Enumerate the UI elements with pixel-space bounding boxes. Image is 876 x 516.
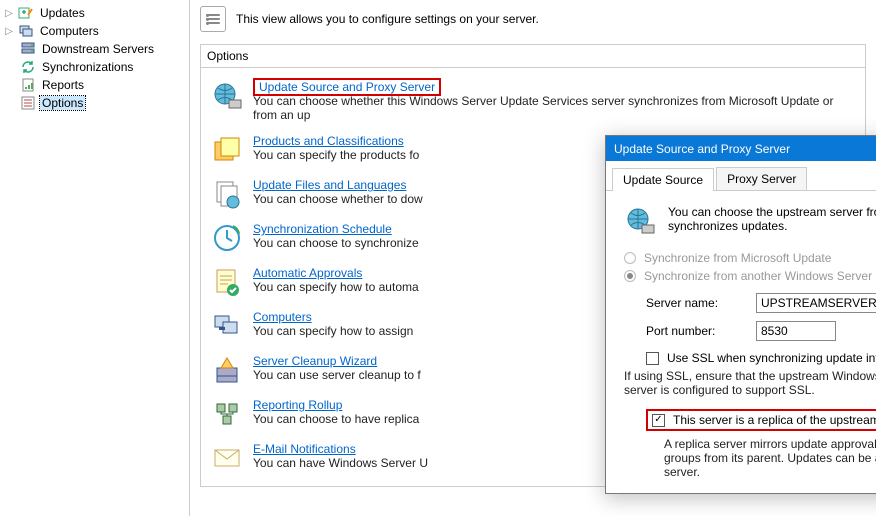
radio-label: Synchronize from another Windows Server … (644, 269, 876, 283)
option-title[interactable]: Synchronization Schedule (253, 222, 392, 236)
radio-label: Synchronize from Microsoft Update (644, 251, 831, 265)
ssl-label: Use SSL when synchronizing update inform… (667, 351, 876, 365)
products-icon (211, 134, 243, 166)
tree-item-sync[interactable]: Synchronizations (2, 58, 187, 76)
option-desc: You can specify how to assign (253, 324, 413, 338)
option-desc: You can have Windows Server U (253, 456, 428, 470)
option-title[interactable]: Reporting Rollup (253, 398, 342, 412)
option-desc: You can use server cleanup to f (253, 368, 421, 382)
tab-update-source[interactable]: Update Source (612, 168, 714, 191)
dialog-intro: You can choose the upstream server from … (668, 205, 876, 233)
port-input[interactable] (756, 321, 836, 341)
expander-icon[interactable]: ▷ (4, 26, 14, 37)
ssl-hint: If using SSL, ensure that the upstream W… (624, 369, 876, 397)
expander-icon[interactable]: ▷ (4, 8, 14, 19)
replica-checkbox[interactable] (652, 414, 665, 427)
globe-server-icon (624, 205, 656, 237)
tree-item-updates[interactable]: ▷ Updates (2, 4, 187, 22)
tree-label: Reports (40, 78, 86, 92)
tree-label: Updates (38, 6, 87, 20)
replica-label: This server is a replica of the upstream… (673, 413, 876, 427)
tree-item-computers[interactable]: ▷ Computers (2, 22, 187, 40)
option-desc: You can specify the products fo (253, 148, 419, 162)
computers-icon (211, 310, 243, 342)
port-label: Port number: (646, 324, 746, 338)
downstream-servers-icon (20, 41, 36, 57)
cleanup-icon (211, 354, 243, 386)
server-name-label: Server name: (646, 296, 746, 310)
dialog-titlebar[interactable]: Update Source and Proxy Server ✕ (606, 136, 876, 161)
option-title[interactable]: Update Files and Languages (253, 178, 406, 192)
tree-item-options[interactable]: Options (2, 94, 187, 112)
tree-label: Downstream Servers (40, 42, 156, 56)
options-icon (20, 95, 36, 111)
ssl-checkbox-row[interactable]: Use SSL when synchronizing update inform… (646, 351, 876, 365)
email-icon (211, 442, 243, 474)
main-panel: This view allows you to configure settin… (190, 0, 876, 516)
updates-icon (18, 5, 34, 21)
option-title[interactable]: Products and Classifications (253, 134, 404, 148)
option-desc: You can specify how to automa (253, 280, 419, 294)
option-title[interactable]: Computers (253, 310, 312, 324)
option-title[interactable]: E-Mail Notifications (253, 442, 356, 456)
tree-label: Computers (38, 24, 101, 38)
files-icon (211, 178, 243, 210)
tab-proxy-server[interactable]: Proxy Server (716, 167, 807, 190)
tree-item-reports[interactable]: Reports (2, 76, 187, 94)
tree-label: Synchronizations (40, 60, 135, 74)
approvals-icon (211, 266, 243, 298)
radio-icon (624, 270, 636, 282)
tree-label: Options (40, 96, 85, 110)
sync-icon (20, 59, 36, 75)
info-bar: This view allows you to configure settin… (190, 0, 876, 38)
option-title[interactable]: Automatic Approvals (253, 266, 362, 280)
reports-icon (20, 77, 36, 93)
dialog-tabs: Update Source Proxy Server (606, 161, 876, 191)
option-update-source[interactable]: Update Source and Proxy Server You can c… (201, 74, 865, 128)
dialog-body: You can choose the upstream server from … (606, 191, 876, 493)
globe-server-icon (211, 80, 243, 112)
checkbox-icon[interactable] (646, 352, 659, 365)
server-name-input[interactable] (756, 293, 876, 313)
option-title[interactable]: Server Cleanup Wizard (253, 354, 377, 368)
rollup-icon (211, 398, 243, 430)
radio-ms-update: Synchronize from Microsoft Update (624, 251, 876, 265)
tree-item-downstream[interactable]: Downstream Servers (2, 40, 187, 58)
option-desc: You can choose whether to dow (253, 192, 423, 206)
info-text: This view allows you to configure settin… (236, 12, 539, 26)
nav-tree: ▷ Updates ▷ Computers Downstream Servers… (0, 0, 190, 516)
dialog-title: Update Source and Proxy Server (614, 142, 790, 156)
option-desc: You can choose to have replica (253, 412, 419, 426)
update-source-dialog: Update Source and Proxy Server ✕ Update … (605, 135, 876, 494)
option-desc: You can choose whether this Windows Serv… (253, 94, 833, 122)
options-group-header: Options (200, 44, 866, 67)
replica-hint: A replica server mirrors update approval… (664, 437, 876, 479)
option-desc: You can choose to synchronize (253, 236, 419, 250)
radio-upstream: Synchronize from another Windows Server … (624, 269, 876, 283)
list-icon (200, 6, 226, 32)
radio-icon (624, 252, 636, 264)
schedule-icon (211, 222, 243, 254)
computers-icon (18, 23, 34, 39)
